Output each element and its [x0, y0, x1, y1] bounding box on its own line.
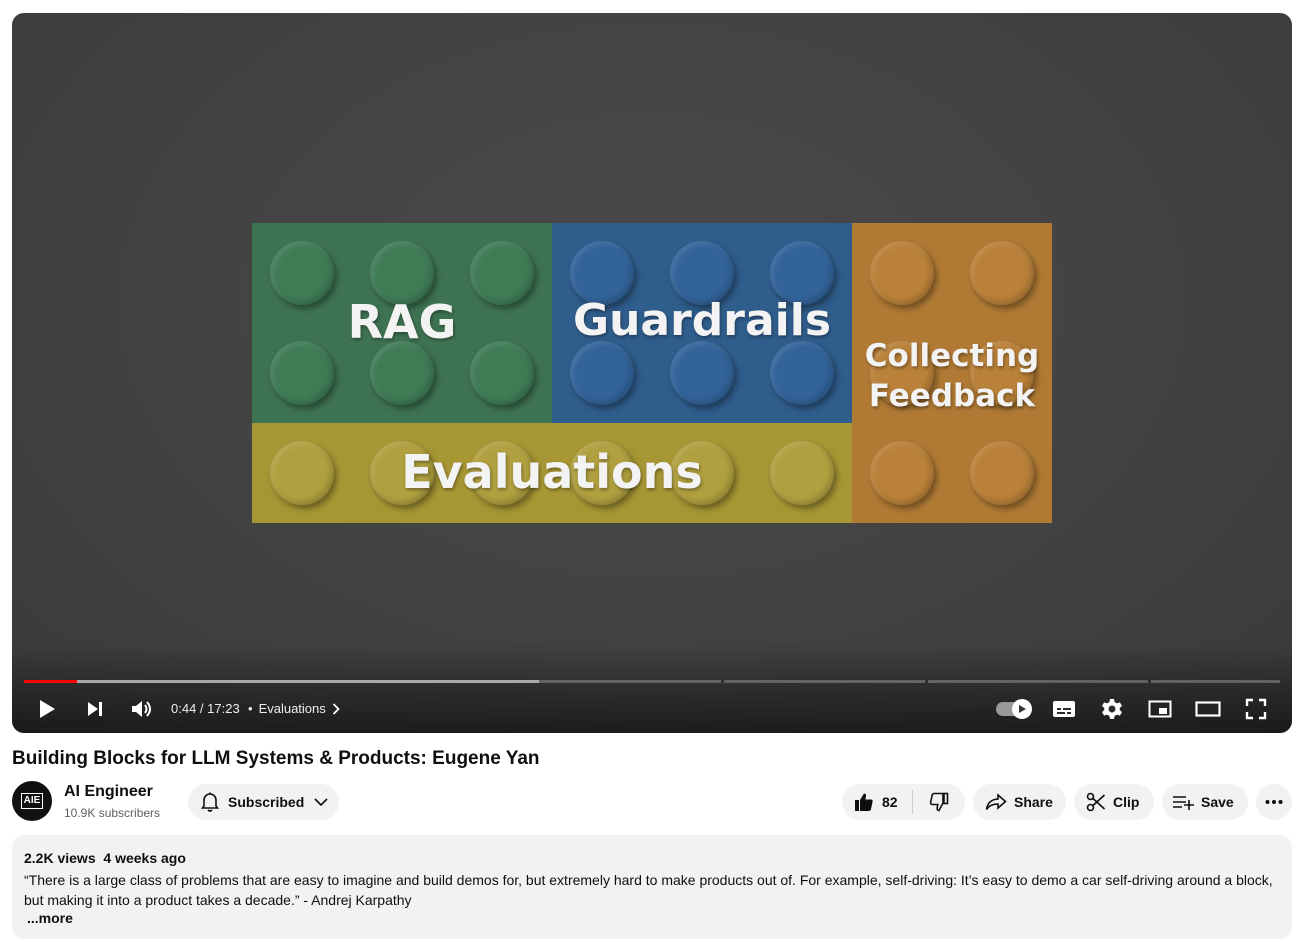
like-count: 82	[882, 794, 898, 810]
settings-button[interactable]	[1098, 695, 1126, 723]
fullscreen-icon	[1245, 698, 1267, 720]
description-meta: 2.2K views 4 weeks ago	[24, 850, 186, 866]
chapter-segment[interactable]	[1151, 680, 1280, 683]
video-player[interactable]: RAG Guardrails Collecting Feedback Evalu…	[12, 13, 1292, 733]
save-label: Save	[1201, 794, 1234, 810]
rag-brick: RAG	[252, 223, 552, 423]
description-box[interactable]: 2.2K views 4 weeks ago “There is a large…	[12, 835, 1292, 939]
chapter-title-button[interactable]: • Evaluations	[248, 701, 340, 716]
volume-icon	[132, 701, 151, 717]
dislike-button[interactable]	[913, 784, 965, 820]
time-display: 0:44 / 17:23	[171, 701, 240, 716]
like-dislike-group: 82	[842, 784, 965, 820]
upload-age: 4 weeks ago	[103, 850, 186, 866]
collecting-label: Collecting	[864, 338, 1040, 374]
clip-label: Clip	[1113, 794, 1140, 810]
chapter-separator: •	[248, 701, 253, 716]
chapter-segment[interactable]	[928, 680, 1148, 683]
next-icon	[88, 702, 102, 716]
playlist-add-icon	[1173, 796, 1194, 810]
guardrails-brick: Guardrails	[552, 223, 852, 423]
evaluations-brick: Evaluations	[252, 423, 852, 523]
like-button[interactable]: 82	[842, 784, 912, 820]
settings-gear-icon	[1102, 699, 1122, 719]
save-button[interactable]: Save	[1162, 784, 1248, 820]
subtitles-button[interactable]	[1050, 695, 1078, 723]
video-title: Building Blocks for LLM Systems & Produc…	[12, 748, 540, 769]
scissors-icon	[1086, 792, 1106, 812]
subtitles-icon	[1053, 701, 1075, 717]
theater-mode-button[interactable]	[1194, 695, 1222, 723]
guardrails-label: Guardrails	[572, 295, 832, 346]
more-horizontal-icon	[1265, 800, 1283, 804]
video-frame-slide: RAG Guardrails Collecting Feedback Evalu…	[252, 223, 1052, 523]
rag-label: RAG	[347, 295, 457, 349]
description-text: “There is a large class of problems that…	[24, 872, 1273, 908]
view-count: 2.2K views	[24, 850, 96, 866]
collecting-feedback-brick: Collecting Feedback	[852, 223, 1052, 523]
progress-played	[24, 680, 77, 683]
channel-logo-text: AIE	[20, 793, 44, 809]
play-icon	[40, 700, 55, 718]
feedback-label: Feedback	[868, 378, 1036, 414]
theater-mode-icon	[1195, 701, 1221, 717]
channel-avatar[interactable]: AIE	[12, 781, 52, 821]
play-icon	[1019, 705, 1026, 713]
autoplay-knob	[1012, 699, 1032, 719]
chevron-down-icon	[314, 798, 328, 807]
channel-name[interactable]: AI Engineer	[64, 783, 153, 801]
volume-button[interactable]	[128, 695, 156, 723]
player-controls: 0:44 / 17:23 • Evaluations	[12, 693, 1292, 725]
miniplayer-button[interactable]	[1146, 695, 1174, 723]
chapter-title: Evaluations	[258, 701, 326, 716]
subscriber-count: 10.9K subscribers	[64, 806, 161, 820]
thumbs-up-icon	[855, 793, 873, 811]
next-button[interactable]	[82, 695, 108, 723]
share-button[interactable]: Share	[973, 784, 1066, 820]
play-button[interactable]	[34, 695, 60, 723]
progress-bar[interactable]	[24, 680, 1280, 683]
autoplay-toggle[interactable]	[996, 699, 1032, 719]
fullscreen-button[interactable]	[1242, 695, 1270, 723]
share-label: Share	[1014, 794, 1053, 810]
share-icon	[985, 793, 1007, 810]
progress-buffered	[24, 680, 539, 683]
miniplayer-icon	[1148, 700, 1172, 718]
thumbs-down-icon	[929, 792, 949, 812]
chevron-right-icon	[332, 702, 340, 715]
evaluations-label: Evaluations	[401, 445, 703, 499]
description-more-link[interactable]: ...more	[27, 910, 73, 926]
clip-button[interactable]: Clip	[1074, 784, 1154, 820]
subscribed-label: Subscribed	[228, 794, 305, 810]
more-actions-button[interactable]	[1256, 784, 1292, 820]
chapter-segment[interactable]	[724, 680, 925, 683]
subscribed-button[interactable]: Subscribed	[188, 784, 339, 820]
bell-icon	[200, 792, 220, 812]
